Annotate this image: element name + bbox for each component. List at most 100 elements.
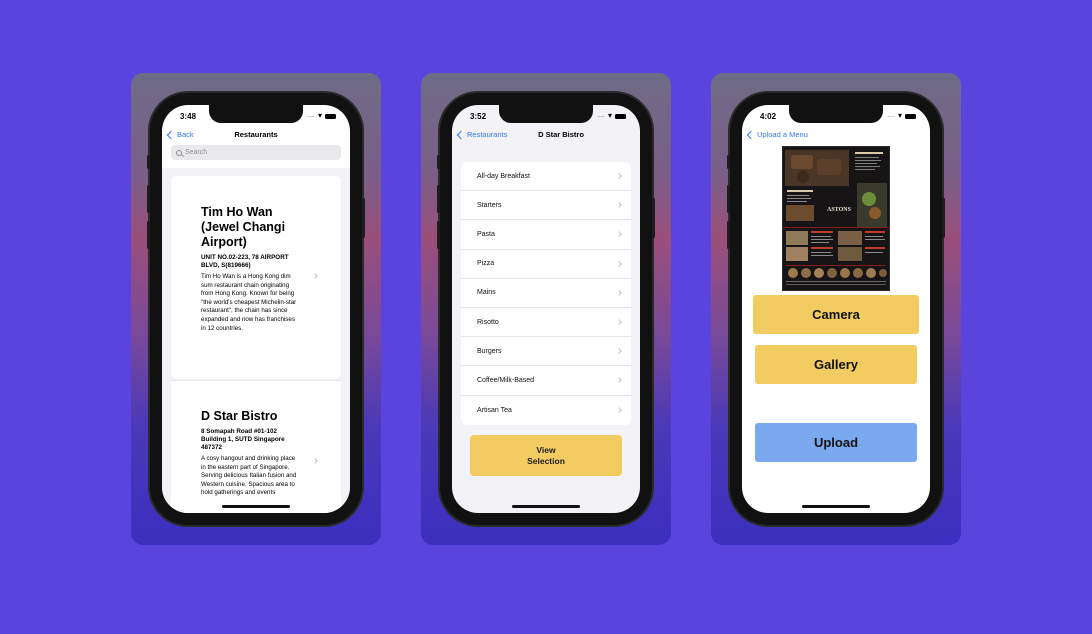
restaurant-description: A cosy hangout and drinking place in the…	[201, 455, 297, 497]
chevron-right-icon	[616, 260, 622, 267]
list-item[interactable]: Pizza	[461, 250, 631, 279]
home-indicator	[802, 505, 870, 508]
mute-switch	[147, 155, 150, 169]
chevron-right-icon	[312, 458, 318, 464]
navigation-bar: Upload a Menu	[742, 130, 930, 144]
battery-icon	[615, 113, 626, 119]
page-title: Restaurants	[234, 130, 278, 139]
category-label: Starters	[477, 201, 502, 209]
mute-switch	[727, 155, 730, 169]
chevron-right-icon	[616, 407, 622, 413]
signal-icon: ....	[887, 113, 895, 119]
chevron-left-icon	[746, 130, 756, 139]
status-time: 3:48	[180, 112, 197, 121]
menu-image-preview: ASTONS	[782, 146, 890, 291]
category-label: Pizza	[477, 260, 495, 268]
phone-screen: 4:02 .... ▾ Upload a Menu ASTONS Camera …	[742, 105, 930, 513]
screenshot-card-menu-categories: 3:52 .... ▾ Restaurants D Star Bistro Al…	[421, 73, 671, 545]
search-placeholder: Search	[185, 149, 208, 156]
chevron-right-icon	[616, 348, 622, 355]
gallery-button[interactable]: Gallery	[755, 345, 917, 384]
category-label: All-day Breakfast	[477, 172, 530, 180]
list-item[interactable]: Coffee/Milk-Based	[461, 366, 631, 396]
wifi-icon: ▾	[317, 111, 322, 120]
camera-button[interactable]: Camera	[753, 295, 919, 334]
power-button	[942, 198, 945, 238]
chevron-left-icon	[456, 130, 466, 139]
view-button-line2: Selection	[527, 455, 565, 466]
screenshot-card-upload-menu: 4:02 .... ▾ Upload a Menu ASTONS Camera …	[711, 73, 961, 545]
status-icons: .... ▾	[307, 111, 336, 120]
screenshot-card-restaurants: 3:48 .... ▾ Back Restaurants Search Tim	[131, 73, 381, 545]
volume-down-button	[147, 221, 150, 249]
home-indicator	[512, 505, 580, 508]
power-button	[652, 198, 655, 238]
phone-screen: 3:52 .... ▾ Restaurants D Star Bistro Al…	[452, 105, 640, 513]
wifi-icon: ▾	[607, 111, 612, 120]
chevron-right-icon	[312, 273, 318, 279]
navigation-bar: Restaurants D Star Bistro	[452, 130, 640, 144]
signal-icon: ....	[307, 113, 315, 119]
list-item[interactable]: Pasta	[461, 220, 631, 250]
battery-icon	[905, 113, 916, 119]
phone-frame: 3:48 .... ▾ Back Restaurants Search Tim	[147, 93, 365, 525]
volume-up-button	[727, 185, 730, 213]
view-selection-button[interactable]: View Selection	[470, 435, 622, 476]
restaurant-description: Tim Ho Wan is a Hong Kong dim sum restau…	[201, 273, 297, 332]
list-item[interactable]: Burgers	[461, 337, 631, 367]
restaurant-list: Tim Ho Wan (Jewel Changi Airport) UNIT N…	[162, 168, 350, 513]
status-icons: .... ▾	[887, 111, 916, 120]
phone-screen: 3:48 .... ▾ Back Restaurants Search Tim	[162, 105, 350, 513]
list-item[interactable]: Artisan Tea	[461, 396, 631, 425]
back-label: Upload a Menu	[757, 130, 808, 139]
chevron-right-icon	[616, 377, 622, 384]
navigation-bar: Back Restaurants	[162, 130, 350, 144]
volume-down-button	[727, 221, 730, 249]
list-item[interactable]: D Star Bistro 8 Somapah Road #01-102 Bui…	[171, 380, 341, 513]
menu-photo-icon: ASTONS	[783, 147, 889, 290]
back-button[interactable]: Upload a Menu	[746, 130, 808, 139]
phone-frame: 3:52 .... ▾ Restaurants D Star Bistro Al…	[437, 93, 655, 525]
home-indicator	[222, 505, 290, 508]
list-item[interactable]: Starters	[461, 191, 631, 221]
chevron-right-icon	[616, 231, 622, 238]
mute-switch	[437, 155, 440, 169]
restaurant-name: Tim Ho Wan (Jewel Changi Airport)	[201, 205, 286, 249]
restaurant-address: UNIT NO.02-223, 78 AIRPORT BLVD, S(81966…	[201, 254, 289, 269]
volume-up-button	[437, 185, 440, 213]
status-time: 3:52	[470, 112, 487, 121]
restaurant-address: 8 Somapah Road #01-102 Building 1, SUTD …	[201, 428, 285, 451]
search-input[interactable]: Search	[171, 145, 341, 160]
category-label: Coffee/Milk-Based	[477, 376, 535, 384]
wifi-icon: ▾	[897, 111, 902, 120]
volume-down-button	[437, 221, 440, 249]
category-label: Artisan Tea	[477, 406, 512, 414]
menu-brand-text: ASTONS	[827, 207, 852, 213]
list-item[interactable]: Risotto	[461, 308, 631, 338]
category-label: Burgers	[477, 347, 502, 355]
view-button-line1: View	[536, 444, 556, 455]
signal-icon: ....	[597, 113, 605, 119]
phone-frame: 4:02 .... ▾ Upload a Menu ASTONS Camera …	[727, 93, 945, 525]
category-list: All-day Breakfast Starters Pasta Pizza M…	[461, 162, 631, 425]
status-time: 4:02	[760, 112, 777, 121]
category-label: Mains	[477, 289, 496, 297]
chevron-right-icon	[616, 290, 622, 296]
list-item[interactable]: Tim Ho Wan (Jewel Changi Airport) UNIT N…	[171, 176, 341, 379]
page-title: D Star Bistro	[538, 130, 584, 139]
restaurant-name: D Star Bistro	[201, 409, 278, 423]
volume-up-button	[147, 185, 150, 213]
notch	[209, 105, 303, 123]
upload-button[interactable]: Upload	[755, 423, 917, 462]
category-label: Risotto	[477, 318, 499, 326]
category-label: Pasta	[477, 230, 495, 238]
list-item[interactable]: All-day Breakfast	[461, 162, 631, 192]
status-icons: .... ▾	[597, 111, 626, 120]
chevron-right-icon	[616, 202, 622, 209]
chevron-right-icon	[616, 319, 622, 325]
power-button	[362, 198, 365, 238]
search-icon	[176, 149, 182, 156]
battery-icon	[325, 113, 336, 119]
list-item[interactable]: Mains	[461, 279, 631, 308]
notch	[789, 105, 883, 123]
